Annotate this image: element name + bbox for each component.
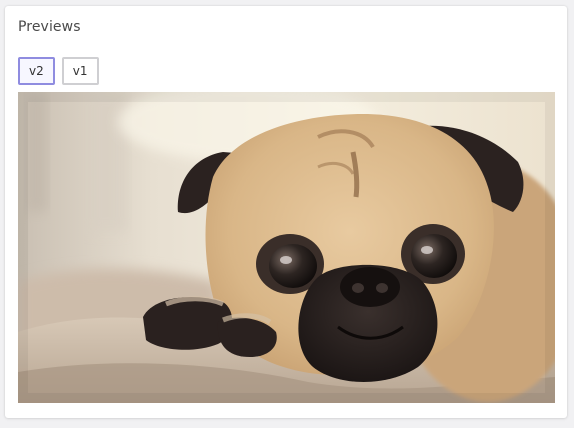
preview-image <box>18 92 555 403</box>
version-tabs: v2 v1 <box>18 57 99 85</box>
panel-title: Previews <box>18 19 81 35</box>
previews-panel: Previews v2 v1 <box>5 6 567 418</box>
tab-v1[interactable]: v1 <box>61 57 99 85</box>
tab-v2[interactable]: v2 <box>18 57 55 85</box>
